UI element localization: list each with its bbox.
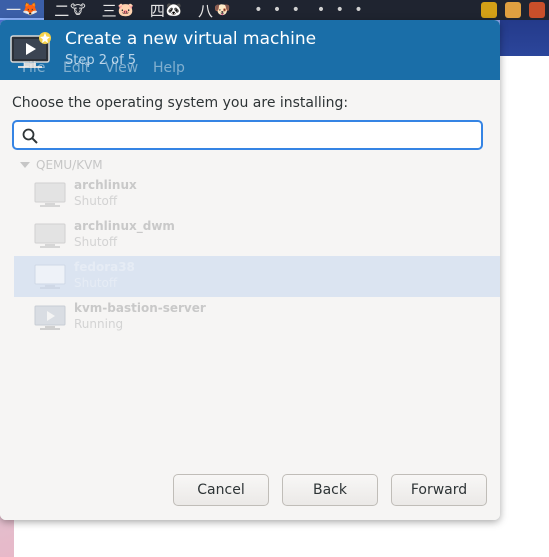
dialog-header: Create a new virtual machine Step 2 of 5… bbox=[0, 20, 500, 80]
new-vm-dialog: Create a new virtual machine Step 2 of 5… bbox=[0, 20, 500, 520]
vm-name: fedora38 bbox=[74, 260, 135, 274]
workspace-4[interactable]: 四 🐼 bbox=[144, 0, 188, 20]
workspace-4-label: 四 bbox=[149, 1, 165, 20]
vm-list: QEMU/KVM archlinux Shutoff archlinux_dwm… bbox=[14, 156, 500, 346]
connection-name: QEMU/KVM bbox=[36, 158, 103, 172]
vm-row-archlinux[interactable]: archlinux Shutoff bbox=[14, 174, 500, 215]
beer-icon[interactable] bbox=[505, 2, 521, 18]
running-vm-icon bbox=[34, 305, 66, 330]
app-tray-icon[interactable] bbox=[529, 2, 545, 18]
dog-icon: 🐶 bbox=[214, 2, 231, 18]
overflow-indicator-2[interactable]: • • • bbox=[317, 2, 366, 18]
vm-name: archlinux bbox=[74, 178, 137, 192]
workspace-1-label: 一 bbox=[6, 0, 22, 19]
panda-icon: 🐼 bbox=[165, 2, 183, 18]
cow-icon: 🐮 bbox=[70, 2, 86, 18]
vm-name: kvm-bastion-server bbox=[74, 301, 206, 315]
vm-row-kvm-bastion-server[interactable]: kvm-bastion-server Running bbox=[14, 297, 500, 338]
expander-arrow-icon bbox=[20, 162, 30, 168]
workspace-3-label: 三 bbox=[101, 1, 117, 20]
vm-state: Running bbox=[74, 317, 124, 331]
workspace-8-label: 八 bbox=[198, 1, 214, 20]
system-tray bbox=[481, 0, 549, 20]
vm-row-fedora38[interactable]: fedora38 Shutoff bbox=[14, 256, 500, 297]
top-panel: 一 🦊 二 🐮 三 🐷 四 🐼 八 🐶 • • • • • • bbox=[0, 0, 549, 20]
monitor-icon bbox=[34, 223, 66, 248]
workspace-2[interactable]: 二 🐮 bbox=[48, 0, 91, 20]
back-button[interactable]: Back bbox=[282, 474, 378, 506]
bg-menu-help: Help bbox=[153, 60, 185, 76]
search-icon bbox=[22, 128, 38, 144]
dialog-content: Choose the operating system you are inst… bbox=[0, 80, 500, 520]
workspace-8[interactable]: 八 🐶 bbox=[192, 0, 236, 20]
forward-button[interactable]: Forward bbox=[391, 474, 487, 506]
overflow-indicator-1[interactable]: • • • bbox=[254, 2, 303, 18]
workspace-3[interactable]: 三 🐷 bbox=[96, 0, 140, 20]
dialog-title: Create a new virtual machine bbox=[65, 29, 317, 49]
pig-icon: 🐷 bbox=[117, 2, 134, 18]
connection-group-header[interactable]: QEMU/KVM bbox=[20, 158, 103, 172]
os-search-box[interactable] bbox=[12, 120, 483, 150]
monitor-icon bbox=[34, 182, 66, 207]
cancel-button[interactable]: Cancel bbox=[173, 474, 269, 506]
os-prompt-label: Choose the operating system you are inst… bbox=[12, 95, 349, 111]
vm-row-archlinux-dwm[interactable]: archlinux_dwm Shutoff bbox=[14, 215, 500, 256]
os-search-input[interactable] bbox=[44, 126, 478, 148]
vm-state: Shutoff bbox=[74, 235, 118, 249]
workspace-2-label: 二 bbox=[54, 1, 70, 20]
vm-name: archlinux_dwm bbox=[74, 219, 175, 233]
bg-menu-view: View bbox=[105, 60, 139, 76]
vm-state: Shutoff bbox=[74, 194, 118, 208]
monitor-icon bbox=[34, 264, 66, 289]
fox-icon: 🦊 bbox=[22, 1, 39, 17]
workspace-1[interactable]: 一 🦊 bbox=[0, 0, 45, 20]
bg-menu-file: File bbox=[22, 60, 46, 76]
trophy-icon[interactable] bbox=[481, 2, 497, 18]
vm-state: Shutoff bbox=[74, 276, 118, 290]
bg-menu-edit: Edit bbox=[63, 60, 91, 76]
